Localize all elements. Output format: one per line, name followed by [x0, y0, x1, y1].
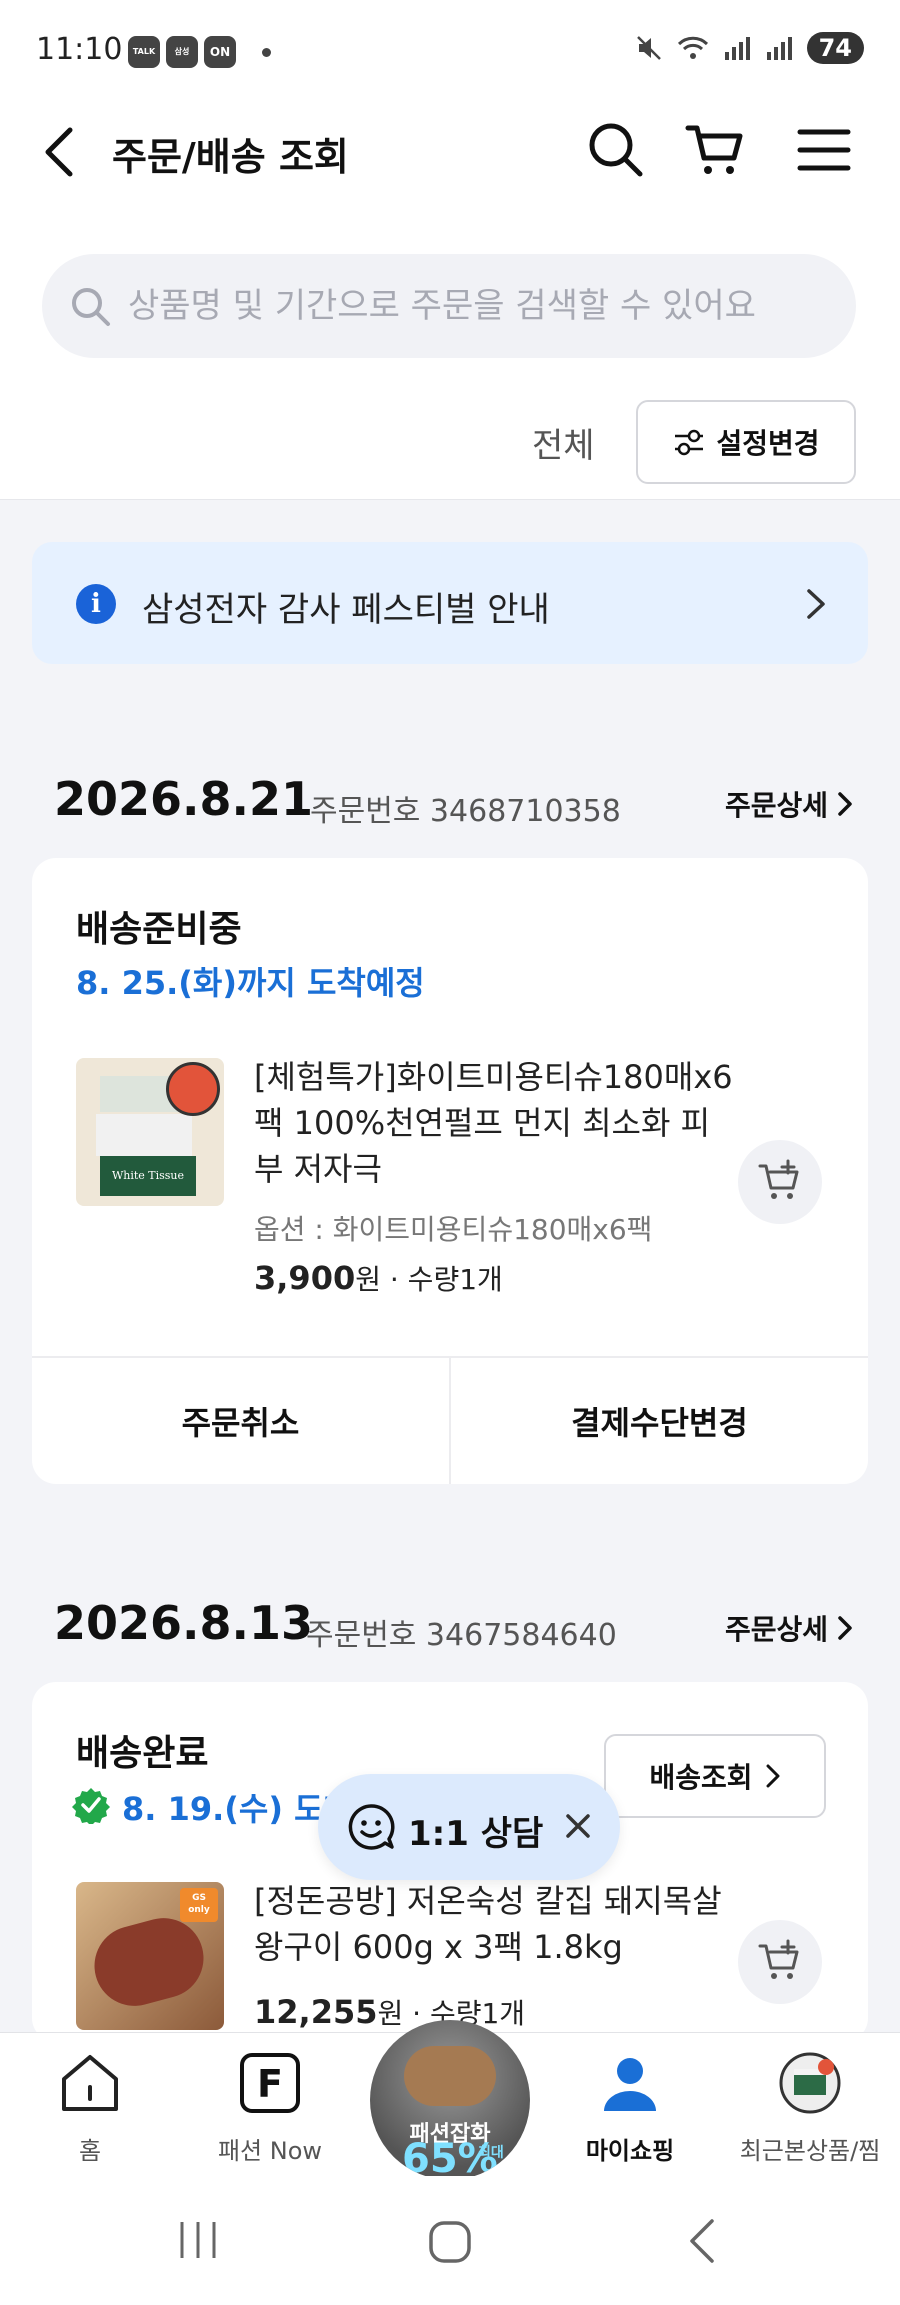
- order-search-input[interactable]: [128, 276, 828, 336]
- sliders-icon: [675, 429, 704, 456]
- delivery-status: 배송준비중: [76, 909, 242, 950]
- product-name[interactable]: [정돈공방] 저온숙성 칼집 돼지목살 왕구이 600g x 3팩 1.8kg: [254, 1878, 734, 1970]
- order-card: 배송준비중 8. 25.(화)까지 도착예정 White Tissue [체험특…: [32, 858, 868, 1484]
- page-title: 주문/배송 조회: [112, 135, 349, 179]
- product-thumbnail[interactable]: White Tissue: [76, 1058, 224, 1206]
- home-system-icon[interactable]: [428, 2220, 472, 2264]
- settings-change-label: 설정변경: [716, 427, 820, 460]
- status-bar: 11:10 TALK 삼성 ON 74: [0, 0, 900, 100]
- close-icon[interactable]: [562, 1810, 594, 1842]
- product-thumbnail[interactable]: GS only: [76, 1882, 224, 2030]
- talk-notification-icon: TALK: [128, 36, 160, 68]
- chat-consult-label: 1:1 상담: [408, 1814, 544, 1854]
- product-option: 옵션 : 화이트미용티슈180매x6팩: [254, 1213, 653, 1246]
- nav-fashion-label: 패션 Now: [217, 2137, 323, 2165]
- order-date: 2026.8.13: [54, 1596, 313, 1650]
- delivery-status: 배송완료: [76, 1733, 209, 1774]
- nav-recent-label: 최근본상품/찜: [739, 2137, 881, 2165]
- order-actions: 주문취소 결제수단변경: [32, 1356, 868, 1484]
- order-number: 주문번호 3468710358: [310, 794, 621, 829]
- price-value: 3,900: [254, 1259, 356, 1297]
- cancel-order-button[interactable]: 주문취소: [32, 1358, 449, 1484]
- cart-button[interactable]: [684, 118, 748, 182]
- gs-only-badge: GS only: [180, 1888, 218, 1922]
- nav-recent-wish[interactable]: 최근본상품/찜: [720, 2033, 900, 2177]
- system-navigation-bar: [0, 2176, 900, 2305]
- notice-banner[interactable]: i 삼성전자 감사 페스티벌 안내: [32, 542, 868, 664]
- chevron-right-icon: [807, 589, 825, 619]
- back-button[interactable]: [40, 122, 90, 182]
- svg-text:F: F: [257, 2062, 283, 2106]
- fashion-f-icon: F: [240, 2053, 300, 2113]
- nav-home[interactable]: 홈: [0, 2033, 180, 2177]
- nav-my-shopping[interactable]: 마이쇼핑: [540, 2033, 720, 2177]
- chevron-right-icon: [838, 1616, 852, 1640]
- fashion-promo-button[interactable]: 패션잡화 65% 최대: [370, 2020, 530, 2180]
- order-detail-label: 주문상세: [724, 789, 828, 822]
- signal-icon: [724, 37, 750, 60]
- add-to-cart-button[interactable]: [738, 1140, 822, 1224]
- product-price: 3,900원 · 수량1개: [254, 1258, 503, 1298]
- chevron-right-icon: [838, 792, 852, 816]
- order-date: 2026.8.21: [54, 772, 313, 826]
- tissue-box: [96, 1114, 192, 1156]
- product-badge: [166, 1062, 220, 1116]
- clock: 11:10: [36, 32, 123, 67]
- cart-plus-icon: [758, 1939, 799, 1979]
- promo-sandal-image: [404, 2046, 496, 2106]
- order-header: 2026.8.21 주문번호 3468710358 주문상세: [54, 772, 854, 832]
- nav-my-shopping-label: 마이쇼핑: [585, 2137, 675, 2165]
- settings-change-button[interactable]: 설정변경: [636, 400, 856, 484]
- meat-image: [85, 1909, 213, 2015]
- track-delivery-label: 배송조회: [649, 1761, 753, 1794]
- cart-icon: [685, 125, 743, 174]
- filter-period-all[interactable]: 전체: [532, 418, 595, 467]
- promo-max-label: 최대: [478, 2145, 504, 2161]
- hamburger-menu-icon: [797, 129, 851, 171]
- chat-smile-icon: [348, 1804, 395, 1850]
- product-name[interactable]: [체험특가]화이트미용티슈180매x6팩 100%천연펄프 먼지 최소화 피부 …: [254, 1054, 734, 1192]
- nav-fashion-now[interactable]: F 패션 Now: [180, 2033, 360, 2177]
- search-icon: [72, 288, 110, 326]
- back-system-icon[interactable]: [688, 2218, 716, 2264]
- order-number: 주문번호 3467584640: [306, 1618, 617, 1653]
- wifi-icon: [677, 36, 708, 59]
- tissue-box-label: White Tissue: [100, 1156, 196, 1196]
- recent-apps-icon[interactable]: [176, 2220, 220, 2260]
- battery-indicator: 74: [806, 32, 864, 64]
- order-header: 2026.8.13 주문번호 3467584640 주문상세: [54, 1596, 854, 1656]
- order-detail-link[interactable]: 주문상세: [725, 1608, 854, 1648]
- chevron-left-icon: [45, 127, 73, 177]
- product-price: 12,255원 · 수량1개: [254, 1992, 525, 2032]
- track-delivery-button[interactable]: 배송조회: [604, 1734, 826, 1818]
- change-payment-button[interactable]: 결제수단변경: [449, 1358, 868, 1484]
- recent-product-icon: [779, 2052, 841, 2114]
- search-section: 전체 설정변경: [0, 210, 900, 500]
- mute-icon: [636, 36, 661, 60]
- more-notifications-dot: [262, 48, 271, 57]
- chat-consult-button[interactable]: 1:1 상담: [318, 1774, 620, 1880]
- order-detail-link[interactable]: 주문상세: [725, 784, 854, 824]
- arrival-estimate: 8. 25.(화)까지 도착예정: [76, 964, 425, 1002]
- price-value: 12,255: [254, 1993, 378, 2031]
- order-detail-label: 주문상세: [724, 1613, 828, 1646]
- menu-button[interactable]: [792, 118, 856, 182]
- cart-plus-icon: [758, 1159, 799, 1199]
- chevron-right-icon: [766, 1764, 780, 1788]
- info-icon: i: [76, 584, 116, 624]
- app-header: 주문/배송 조회: [0, 100, 900, 210]
- samsung-notification-icon: 삼성: [166, 36, 198, 68]
- search-button[interactable]: [584, 118, 648, 182]
- signal-icon-2: [766, 37, 792, 60]
- order-search-box[interactable]: [42, 254, 856, 358]
- nav-home-label: 홈: [78, 2137, 102, 2165]
- banner-text: 삼성전자 감사 페스티벌 안내: [142, 590, 550, 630]
- search-icon: [589, 123, 643, 177]
- person-icon: [604, 2058, 656, 2111]
- lotte-on-notification-icon: ON: [204, 36, 236, 68]
- add-to-cart-button[interactable]: [738, 1920, 822, 2004]
- home-icon: [62, 2055, 118, 2111]
- check-badge-icon: [72, 1788, 110, 1824]
- price-quantity: 원 · 수량1개: [355, 1263, 503, 1296]
